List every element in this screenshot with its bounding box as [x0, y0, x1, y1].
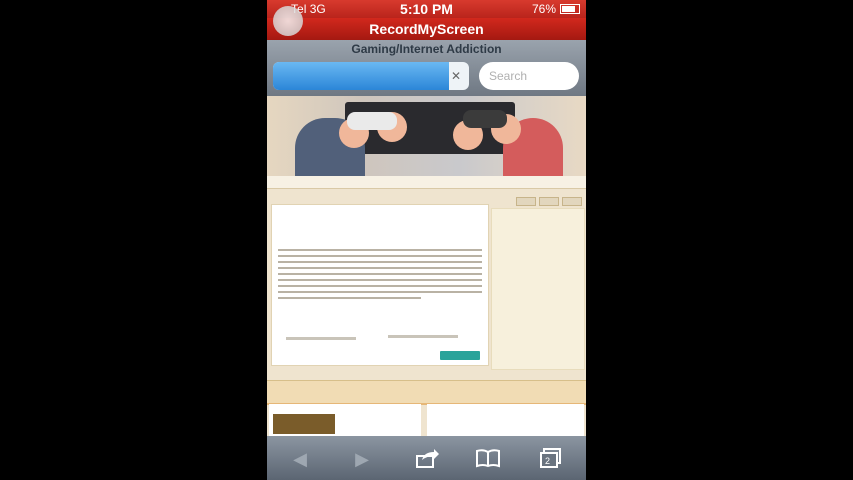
bookmarks-icon[interactable] — [475, 448, 501, 470]
web-content[interactable] — [267, 96, 586, 436]
related-item[interactable] — [269, 404, 421, 436]
clear-url-icon[interactable]: ✕ — [449, 69, 463, 83]
game-controller-shape — [463, 110, 507, 128]
page-title: Gaming/Internet Addiction — [351, 42, 502, 56]
phone-screen: gggTel 3G 5:10 PM 76% RecordMyScreen Gam… — [267, 0, 586, 480]
status-bar: gggTel 3G 5:10 PM 76% — [267, 0, 586, 36]
share-icon[interactable] — [415, 448, 441, 470]
related-item[interactable] — [427, 404, 584, 436]
sidebar-panel — [491, 208, 585, 370]
type-option[interactable] — [286, 337, 356, 340]
tabs-icon[interactable]: 2 — [539, 448, 563, 470]
related-thumbnail[interactable] — [273, 414, 335, 434]
more-button[interactable] — [440, 351, 480, 360]
site-nav[interactable] — [267, 176, 586, 189]
search-input[interactable]: Search — [479, 62, 579, 90]
type-option[interactable] — [388, 335, 458, 338]
browser-toolbar: ◀ ▶ 2 — [267, 436, 586, 480]
article-box — [271, 204, 489, 366]
recording-banner[interactable]: RecordMyScreen — [267, 18, 586, 40]
battery-percent: 76% — [531, 2, 556, 16]
tool-button[interactable] — [562, 197, 582, 206]
page-load-progress — [273, 62, 450, 90]
back-arrow-icon[interactable]: ◀ — [287, 448, 313, 470]
tabs-count: 2 — [545, 456, 551, 466]
forward-arrow-icon[interactable]: ▶ — [349, 448, 375, 470]
tool-button[interactable] — [539, 197, 559, 206]
battery-icon — [560, 4, 580, 14]
related-resources-header — [267, 380, 586, 405]
hero-image — [267, 96, 586, 176]
article-body-lines — [278, 249, 482, 303]
recording-indicator-icon[interactable] — [273, 6, 303, 36]
tool-button[interactable] — [516, 197, 536, 206]
url-field[interactable]: ✕ — [273, 62, 469, 90]
browser-top-bar: Gaming/Internet Addiction ✕ Search — [267, 40, 586, 96]
game-controller-shape — [347, 112, 397, 130]
